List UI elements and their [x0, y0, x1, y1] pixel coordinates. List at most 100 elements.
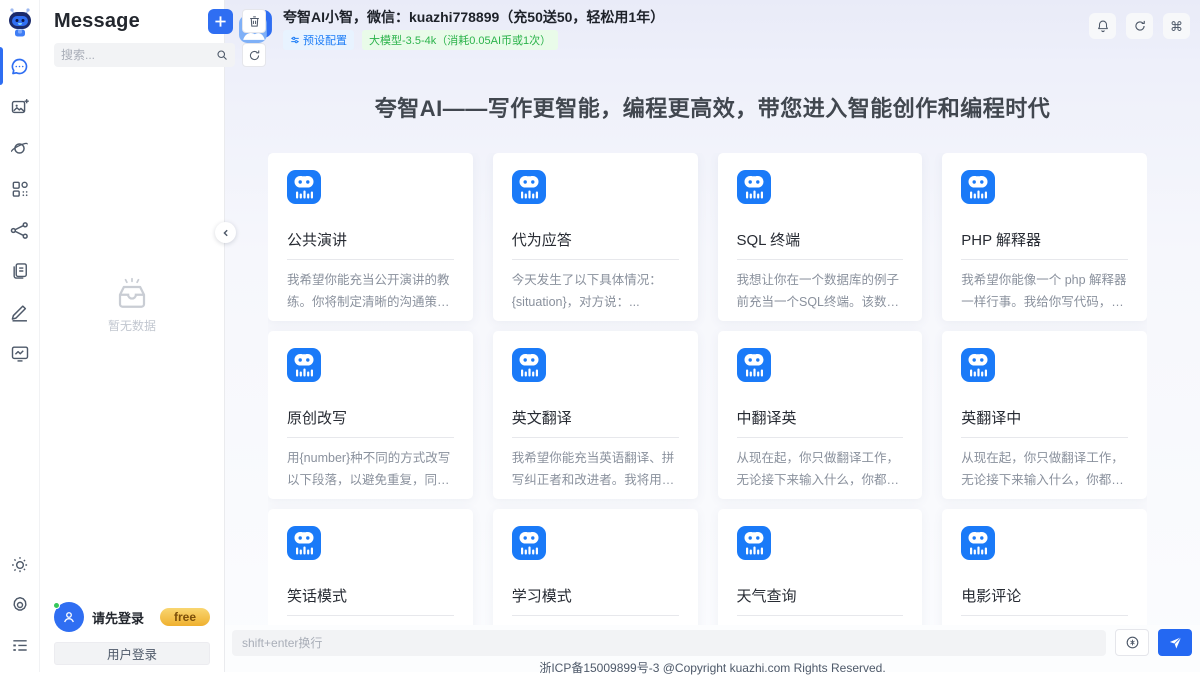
hero-heading: 夸智AI——写作更智能，编程更高效，带您进入智能创作和编程时代 [225, 91, 1200, 123]
prompt-card-grid: 公共演讲 我希望你能充当公开演讲的教练。你将制定清晰的沟通策略，提供关于... … [268, 153, 1147, 672]
card-desc: 今天发生了以下具体情况：{situation}，对方说：... [512, 270, 679, 314]
conversation-panel: Message [40, 0, 225, 672]
card-title: SQL 终端 [737, 229, 904, 260]
rail-item-image[interactable] [9, 96, 31, 118]
chart-monitor-icon [10, 343, 30, 363]
card-title: 英文翻译 [512, 407, 679, 438]
prompt-card[interactable]: 英文翻译 我希望你能充当英语翻译、拼写纠正者和改进者。我将用任何语言与你... [493, 331, 698, 499]
planet-icon [9, 138, 30, 159]
robot-card-icon [737, 348, 771, 382]
prompt-card[interactable]: 英翻译中 从现在起，你只做翻译工作，无论接下来输入什么，你都要将它翻译成... [942, 331, 1147, 499]
card-desc: 从现在起，你只做翻译工作，无论接下来输入什么，你都要将它翻译成... [737, 448, 904, 492]
robot-card-icon [512, 526, 546, 560]
card-title: 中翻译英 [737, 407, 904, 438]
robot-card-icon [961, 526, 995, 560]
card-title: PHP 解释器 [961, 229, 1128, 260]
robot-card-icon [287, 526, 321, 560]
card-title: 公共演讲 [287, 229, 454, 260]
rail-item-explore[interactable] [9, 137, 31, 159]
robot-card-icon [961, 348, 995, 382]
sync-icon [248, 49, 261, 62]
rail-item-settings[interactable] [9, 594, 31, 616]
empty-state-text: 暂无数据 [108, 317, 156, 334]
model-tag[interactable]: 大模型-3.5-4k（消耗0.05AI币或1次） [362, 30, 558, 50]
login-button[interactable]: 用户登录 [54, 642, 210, 665]
empty-inbox-icon [111, 275, 153, 311]
card-desc: 我想让你在一个数据库的例子前充当一个SQL终端。该数据库包含名... [737, 270, 904, 314]
user-row: 请先登录 free [40, 594, 224, 638]
rail-item-stats[interactable] [9, 342, 31, 364]
card-desc: 从现在起，你只做翻译工作，无论接下来输入什么，你都要将它翻译成... [961, 448, 1128, 492]
refresh-chat-button[interactable] [1126, 13, 1153, 39]
robot-card-icon [737, 170, 771, 204]
message-input[interactable] [232, 630, 1106, 656]
trash-icon [248, 15, 261, 28]
icon-rail [0, 0, 40, 672]
list-menu-icon [10, 635, 30, 655]
search-icon [216, 49, 228, 61]
prompt-card[interactable]: 公共演讲 我希望你能充当公开演讲的教练。你将制定清晰的沟通策略，提供关于... [268, 153, 473, 321]
app-logo-robot-icon [7, 7, 33, 37]
credits-icon [1125, 635, 1140, 650]
preset-config-icon [290, 35, 300, 45]
icp-footer: 浙ICP备15009899号-3 @Copyright kuazhi.com R… [225, 659, 1200, 676]
rail-bottom [9, 554, 31, 656]
prompt-card[interactable]: 中翻译英 从现在起，你只做翻译工作，无论接下来输入什么，你都要将它翻译成... [718, 331, 923, 499]
delete-chats-button[interactable] [242, 9, 266, 33]
card-title: 笑话模式 [287, 585, 454, 616]
card-title: 代为应答 [512, 229, 679, 260]
free-badge: free [160, 608, 210, 626]
card-title: 天气查询 [737, 585, 904, 616]
command-icon: ⌘ [1170, 20, 1183, 33]
chat-title: 夸智AI小智，微信：kuazhi778899（充50送50，轻松用1年） [283, 8, 664, 26]
chat-header: 夸智AI小智，微信：kuazhi778899（充50送50，轻松用1年） 预设配… [225, 0, 1200, 50]
conversation-list: 暂无数据 [40, 67, 224, 594]
login-prompt: 请先登录 [92, 608, 160, 627]
notifications-button[interactable] [1089, 13, 1116, 39]
robot-card-icon [961, 170, 995, 204]
chat-bubble-icon [9, 56, 30, 77]
apps-grid-icon [10, 179, 30, 199]
rail-item-chat[interactable] [9, 55, 31, 77]
robot-card-icon [287, 348, 321, 382]
collapse-panel-button[interactable] [215, 222, 236, 243]
robot-card-icon [512, 170, 546, 204]
refresh-list-button[interactable] [242, 43, 266, 67]
shortcuts-button[interactable]: ⌘ [1163, 13, 1190, 39]
send-button[interactable] [1158, 629, 1192, 656]
search-box [54, 43, 235, 67]
preset-config-tag[interactable]: 预设配置 [283, 30, 354, 50]
prompt-card[interactable]: 原创改写 用{number}种不同的方式改写以下段落，以避免重复，同时保持其含.… [268, 331, 473, 499]
credits-button[interactable] [1115, 629, 1149, 656]
gear-icon [10, 595, 30, 615]
prompt-card[interactable]: PHP 解释器 我希望你能像一个 php 解释器一样行事。我给你写代码，你就用 … [942, 153, 1147, 321]
sun-icon [10, 555, 30, 575]
rail-item-theme[interactable] [9, 554, 31, 576]
main-area: 夸智AI小智，微信：kuazhi778899（充50送50，轻松用1年） 预设配… [225, 0, 1200, 672]
documents-icon [10, 261, 30, 281]
rail-item-apps[interactable] [9, 178, 31, 200]
rail-item-write[interactable] [9, 301, 31, 323]
card-desc: 我希望你能充当公开演讲的教练。你将制定清晰的沟通策略，提供关于... [287, 270, 454, 314]
rail-nav [9, 55, 31, 364]
rail-item-menu[interactable] [9, 634, 31, 656]
card-desc: 我希望你能像一个 php 解释器一样行事。我给你写代码，你就用 php... [961, 270, 1128, 314]
robot-card-icon [737, 526, 771, 560]
robot-card-icon [512, 348, 546, 382]
share-nodes-icon [9, 220, 30, 241]
card-title: 英翻译中 [961, 407, 1128, 438]
search-input[interactable] [61, 48, 216, 62]
pencil-icon [9, 302, 30, 323]
rail-item-documents[interactable] [9, 260, 31, 282]
robot-card-icon [287, 170, 321, 204]
card-desc: 我希望你能充当英语翻译、拼写纠正者和改进者。我将用任何语言与你... [512, 448, 679, 492]
panel-title: Message [54, 10, 208, 33]
send-plane-icon [1168, 635, 1183, 650]
prompt-card[interactable]: 代为应答 今天发生了以下具体情况：{situation}，对方说：... [493, 153, 698, 321]
new-chat-button[interactable] [208, 9, 233, 34]
card-desc: 用{number}种不同的方式改写以下段落，以避免重复，同时保持其含... [287, 448, 454, 492]
composer-bar: 浙ICP备15009899号-3 @Copyright kuazhi.com R… [225, 625, 1200, 672]
user-avatar[interactable] [54, 602, 84, 632]
rail-item-share[interactable] [9, 219, 31, 241]
prompt-card[interactable]: SQL 终端 我想让你在一个数据库的例子前充当一个SQL终端。该数据库包含名..… [718, 153, 923, 321]
